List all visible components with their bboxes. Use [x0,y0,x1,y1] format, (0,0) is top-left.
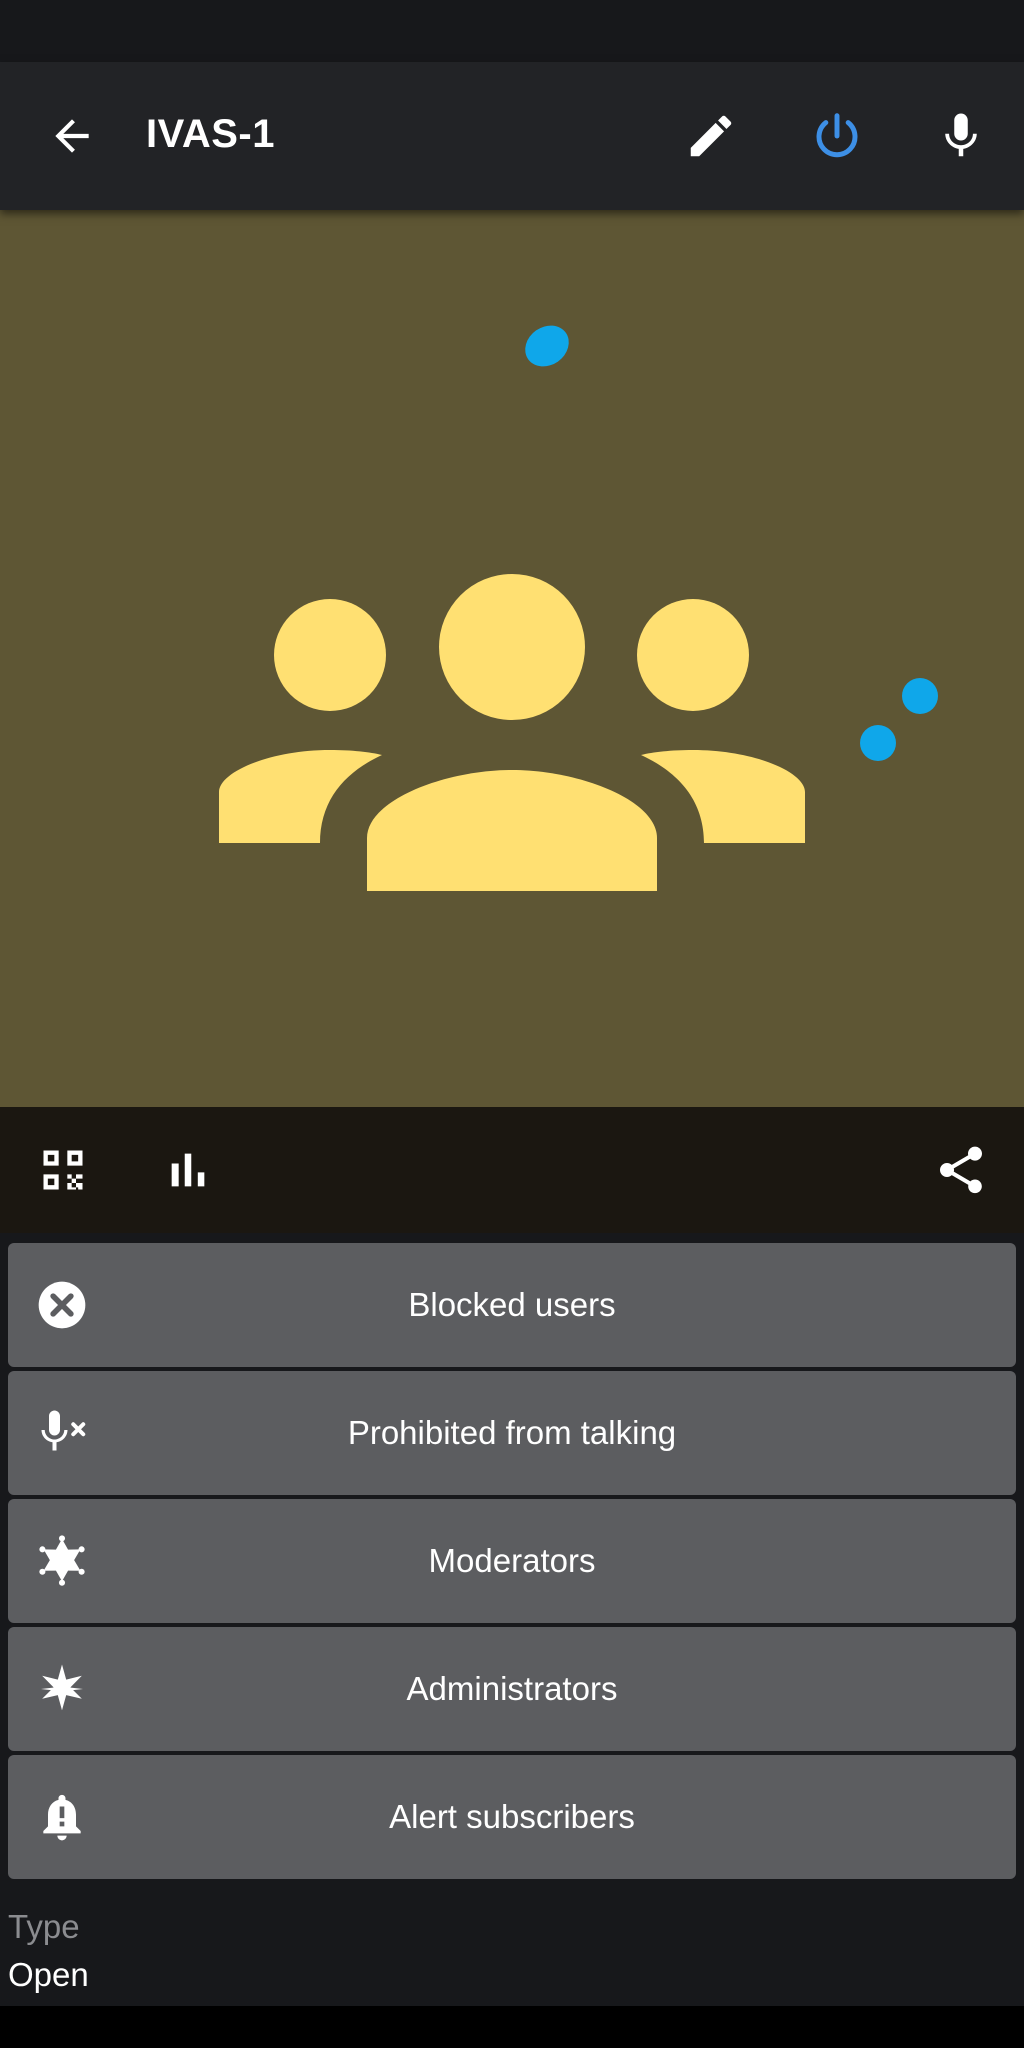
microphone-icon [945,113,977,157]
qr-code-button[interactable] [33,1140,93,1200]
star-burst-icon [32,1659,92,1719]
edit-button[interactable] [677,102,745,170]
page-title: IVAS-1 [146,112,275,156]
pencil-icon [690,115,732,157]
channel-avatar [0,210,1024,1107]
back-button[interactable] [38,102,106,170]
list-item-label: Blocked users [408,1286,616,1323]
share-icon [940,1146,982,1194]
bar-chart-icon [171,1153,205,1187]
channel-type: Type Open [8,1908,89,1994]
administrators-item[interactable]: Administrators [8,1627,1016,1751]
list-item-label: Moderators [428,1542,596,1579]
indicator-dot [860,725,896,761]
indicator-dot [902,678,938,714]
statistics-button[interactable] [158,1140,218,1200]
prohibited-from-talking-item[interactable]: Prohibited from talking [8,1371,1016,1495]
mic-off-icon [32,1403,92,1463]
arrow-back-icon [55,119,89,153]
indicator-dot [525,325,569,367]
moderators-item[interactable]: Moderators [8,1499,1016,1623]
type-label: Type [8,1908,80,1945]
alert-subscribers-item[interactable]: Alert subscribers [8,1755,1016,1879]
list-item-label: Administrators [406,1670,618,1707]
status-bar [0,0,1024,62]
power-button[interactable] [803,102,871,170]
action-strip [0,1107,1024,1233]
microphone-button[interactable] [927,102,995,170]
power-icon [816,113,858,158]
blocked-users-item[interactable]: Blocked users [8,1243,1016,1367]
close-circle-icon [32,1275,92,1335]
sheriff-star-icon [32,1531,92,1591]
alert-bell-icon [32,1787,92,1847]
type-value: Open [8,1956,89,1993]
app-bar: IVAS-1 [0,62,1024,210]
share-button[interactable] [931,1140,991,1200]
group-icon [219,325,938,891]
qr-code-icon [43,1150,83,1190]
list-item-label: Prohibited from talking [347,1414,677,1451]
navigation-bar [0,2006,1024,2048]
settings-list: Blocked users Prohibited from talking Mo… [8,1243,1016,1883]
list-item-label: Alert subscribers [389,1798,635,1835]
